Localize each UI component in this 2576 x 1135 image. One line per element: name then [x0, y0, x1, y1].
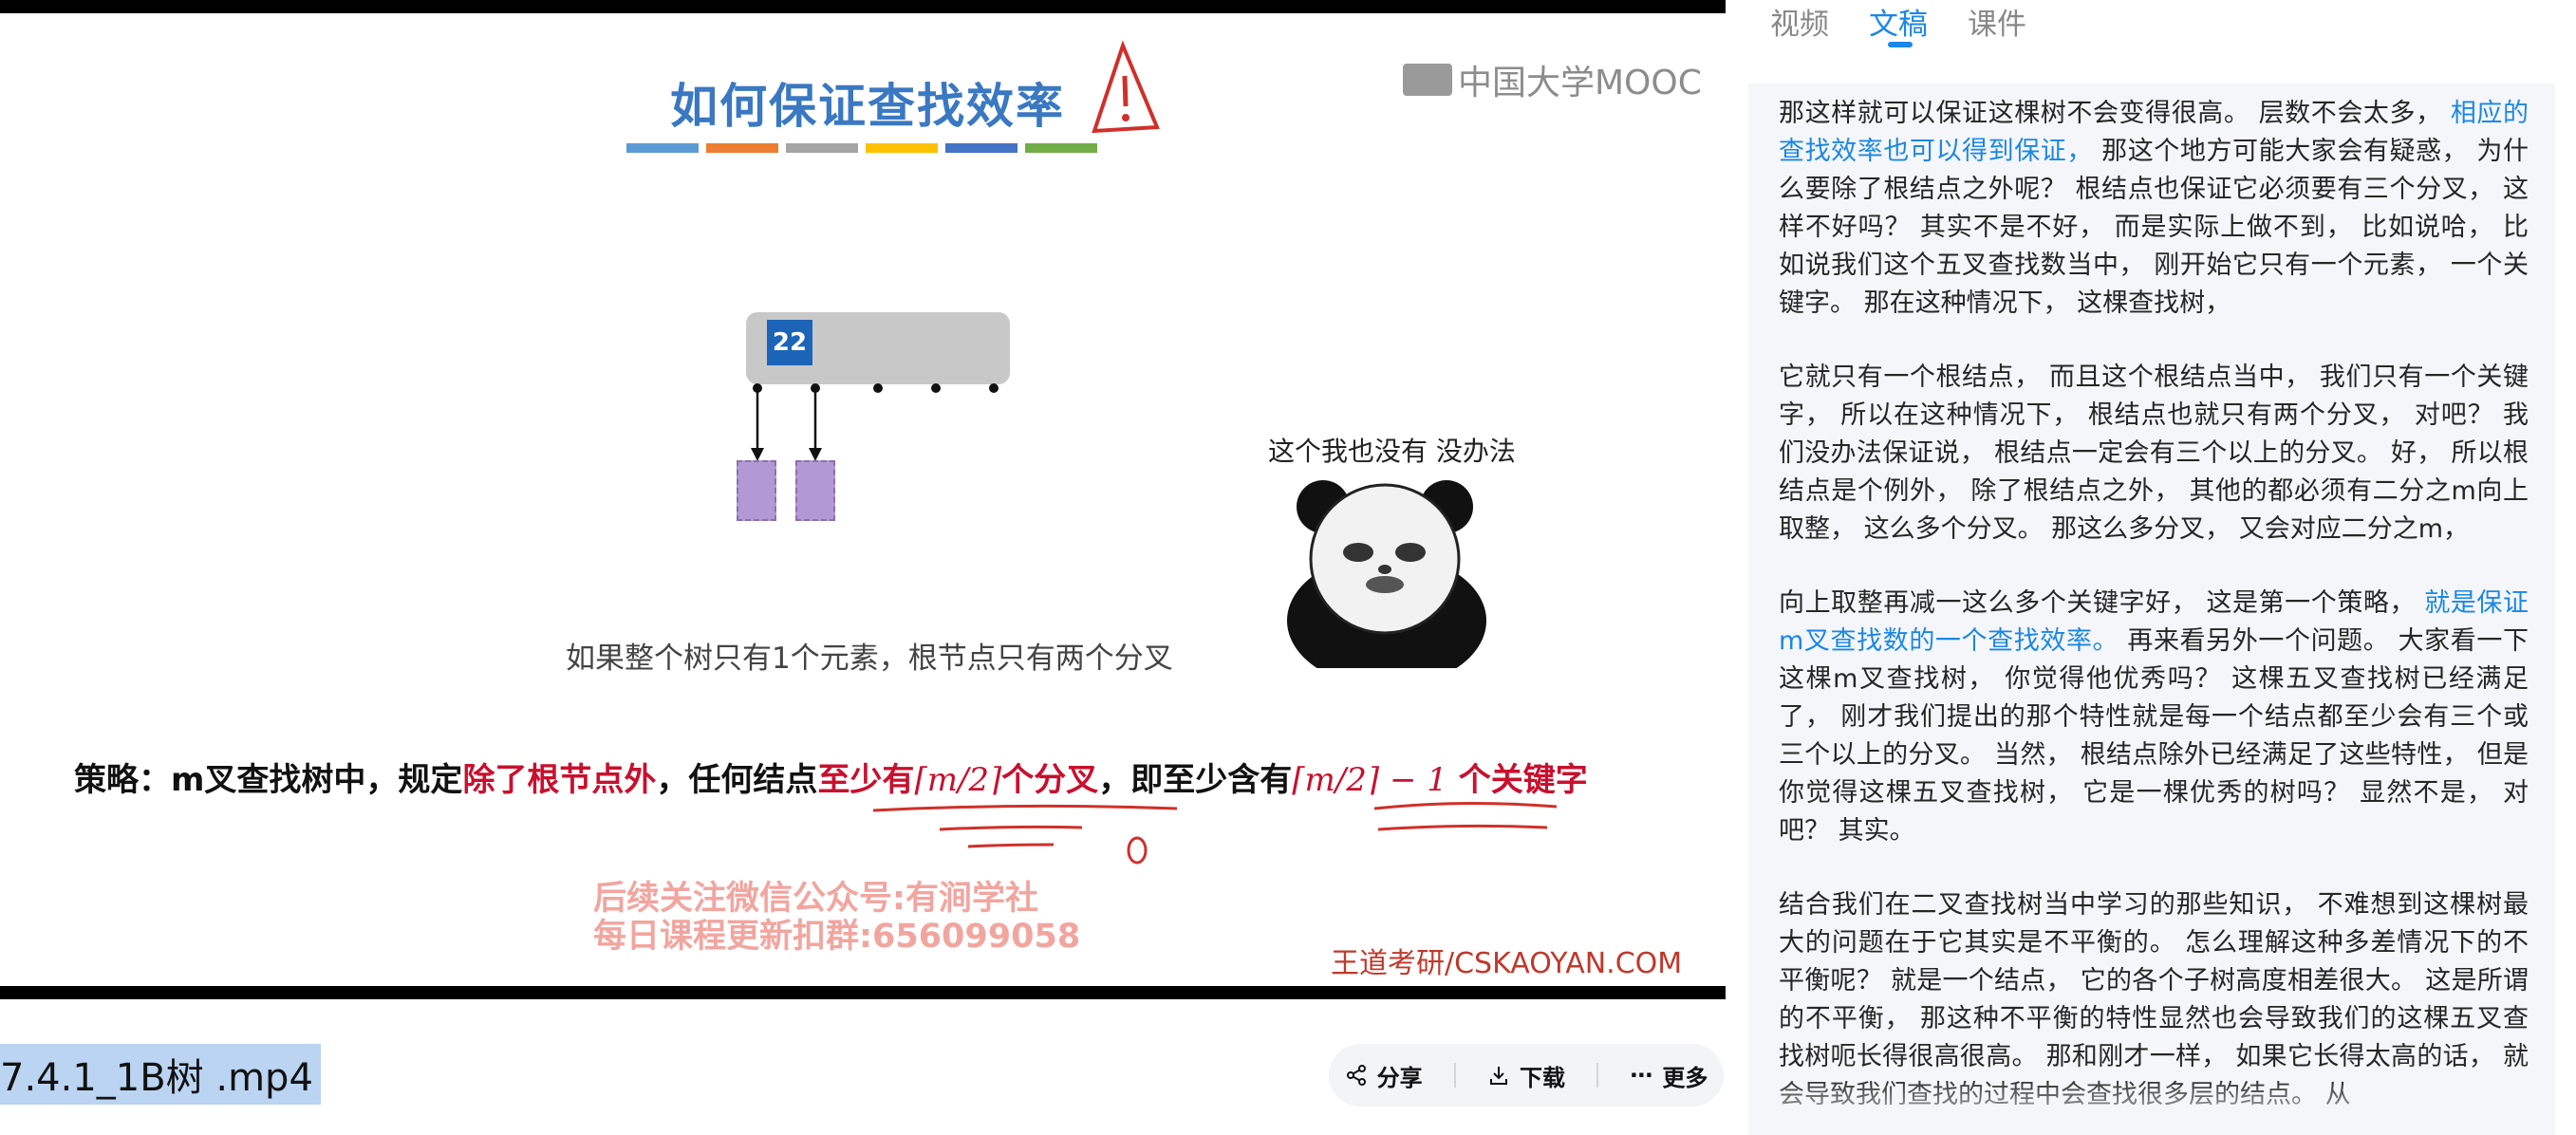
mooc-logo-icon	[1403, 64, 1452, 96]
strategy-red-1: 除了根节点外	[462, 761, 657, 799]
more-icon: ⋯	[1630, 1062, 1653, 1088]
transcript-text: 再来看另外一个问题。 大家看一下这棵m叉查找树， 你觉得他优秀吗？ 这棵五叉查找…	[1779, 626, 2529, 846]
mooc-logo: 中国大学MOOC	[1403, 55, 1702, 104]
title-color-bar	[626, 143, 699, 153]
divider	[1596, 1063, 1599, 1088]
download-label: 下载	[1519, 1064, 1565, 1091]
title-color-bar	[1025, 143, 1097, 153]
tab-bar: 视频 文稿 课件	[1770, 0, 2026, 57]
video-player[interactable]: 如何保证查找效率 中国大学MOOC 22 如果整个树只有1个元素，根节点只有两个…	[0, 0, 1726, 999]
download-icon	[1489, 1067, 1507, 1085]
transcript-paragraph-1[interactable]: 那这样就可以保证这棵树不会变得很高。 层数不会太多， 相应的查找效率也可以得到保…	[1779, 95, 2529, 323]
slide-credit: 王道考研/CSKAOYAN.COM	[1331, 947, 1683, 980]
divider	[1453, 1063, 1456, 1088]
download-button[interactable]: 下载	[1487, 1059, 1565, 1092]
warning-icon	[1092, 40, 1160, 134]
strategy-prefix: 策略：m叉查找树中，规定	[74, 761, 463, 799]
mooc-logo-text: 中国大学MOOC	[1458, 64, 1702, 102]
title-color-bar	[706, 143, 778, 153]
share-icon	[1346, 1065, 1366, 1086]
more-label: 更多	[1662, 1064, 1708, 1091]
transcript-paragraph-2[interactable]: 它就只有一个根结点， 而且这个根结点当中， 我们只有一个关键字， 所以在这种情况…	[1779, 359, 2529, 549]
tab-transcript[interactable]: 文稿	[1869, 0, 1928, 57]
title-color-bar	[786, 143, 858, 153]
title-color-bar	[866, 143, 938, 153]
lecture-slide: 如何保证查找效率 中国大学MOOC 22 如果整个树只有1个元素，根节点只有两个…	[0, 13, 1726, 986]
transcript-panel[interactable]: 那这样就可以保证这棵树不会变得很高。 层数不会太多， 相应的查找效率也可以得到保…	[1748, 84, 2555, 1135]
meme-caption: 这个我也没有 没办法	[1268, 436, 1516, 467]
node-pointers	[751, 383, 999, 461]
share-label: 分享	[1376, 1064, 1423, 1091]
watermark-line-2: 每日课程更新扣群:656099058	[593, 918, 1081, 956]
more-button[interactable]: ⋯ 更多	[1630, 1059, 1708, 1092]
panda-meme-image	[1287, 480, 1486, 668]
share-button[interactable]: 分享	[1345, 1059, 1423, 1092]
transcript-fade	[1748, 1078, 2555, 1135]
transcript-text: 那这样就可以保证这棵树不会变得很高。 层数不会太多，	[1779, 99, 2451, 128]
child-node-1	[737, 460, 776, 521]
tab-courseware[interactable]: 课件	[1968, 0, 2026, 57]
slide-caption: 如果整个树只有1个元素，根节点只有两个分叉	[566, 642, 1173, 676]
title-color-bar	[945, 143, 1017, 153]
action-bar: 分享 下载 ⋯ 更多	[1329, 1044, 1724, 1107]
transcript-text: 向上取整再减一这么多个关键字好， 这是第一个策略，	[1779, 588, 2425, 618]
handwritten-underlines	[872, 801, 1558, 865]
node-key: 22	[767, 320, 812, 365]
file-title: 7.4.1_1B树 .mp4	[0, 1044, 321, 1105]
transcript-paragraph-3[interactable]: 向上取整再减一这么多个关键字好， 这是第一个策略， 就是保证m叉查找数的一个查找…	[1779, 585, 2529, 850]
slide-title: 如何保证查找效率	[670, 79, 1065, 134]
child-node-2	[795, 460, 835, 521]
strategy-mid: ，任何结点	[656, 761, 818, 799]
tab-video[interactable]: 视频	[1770, 0, 1829, 57]
